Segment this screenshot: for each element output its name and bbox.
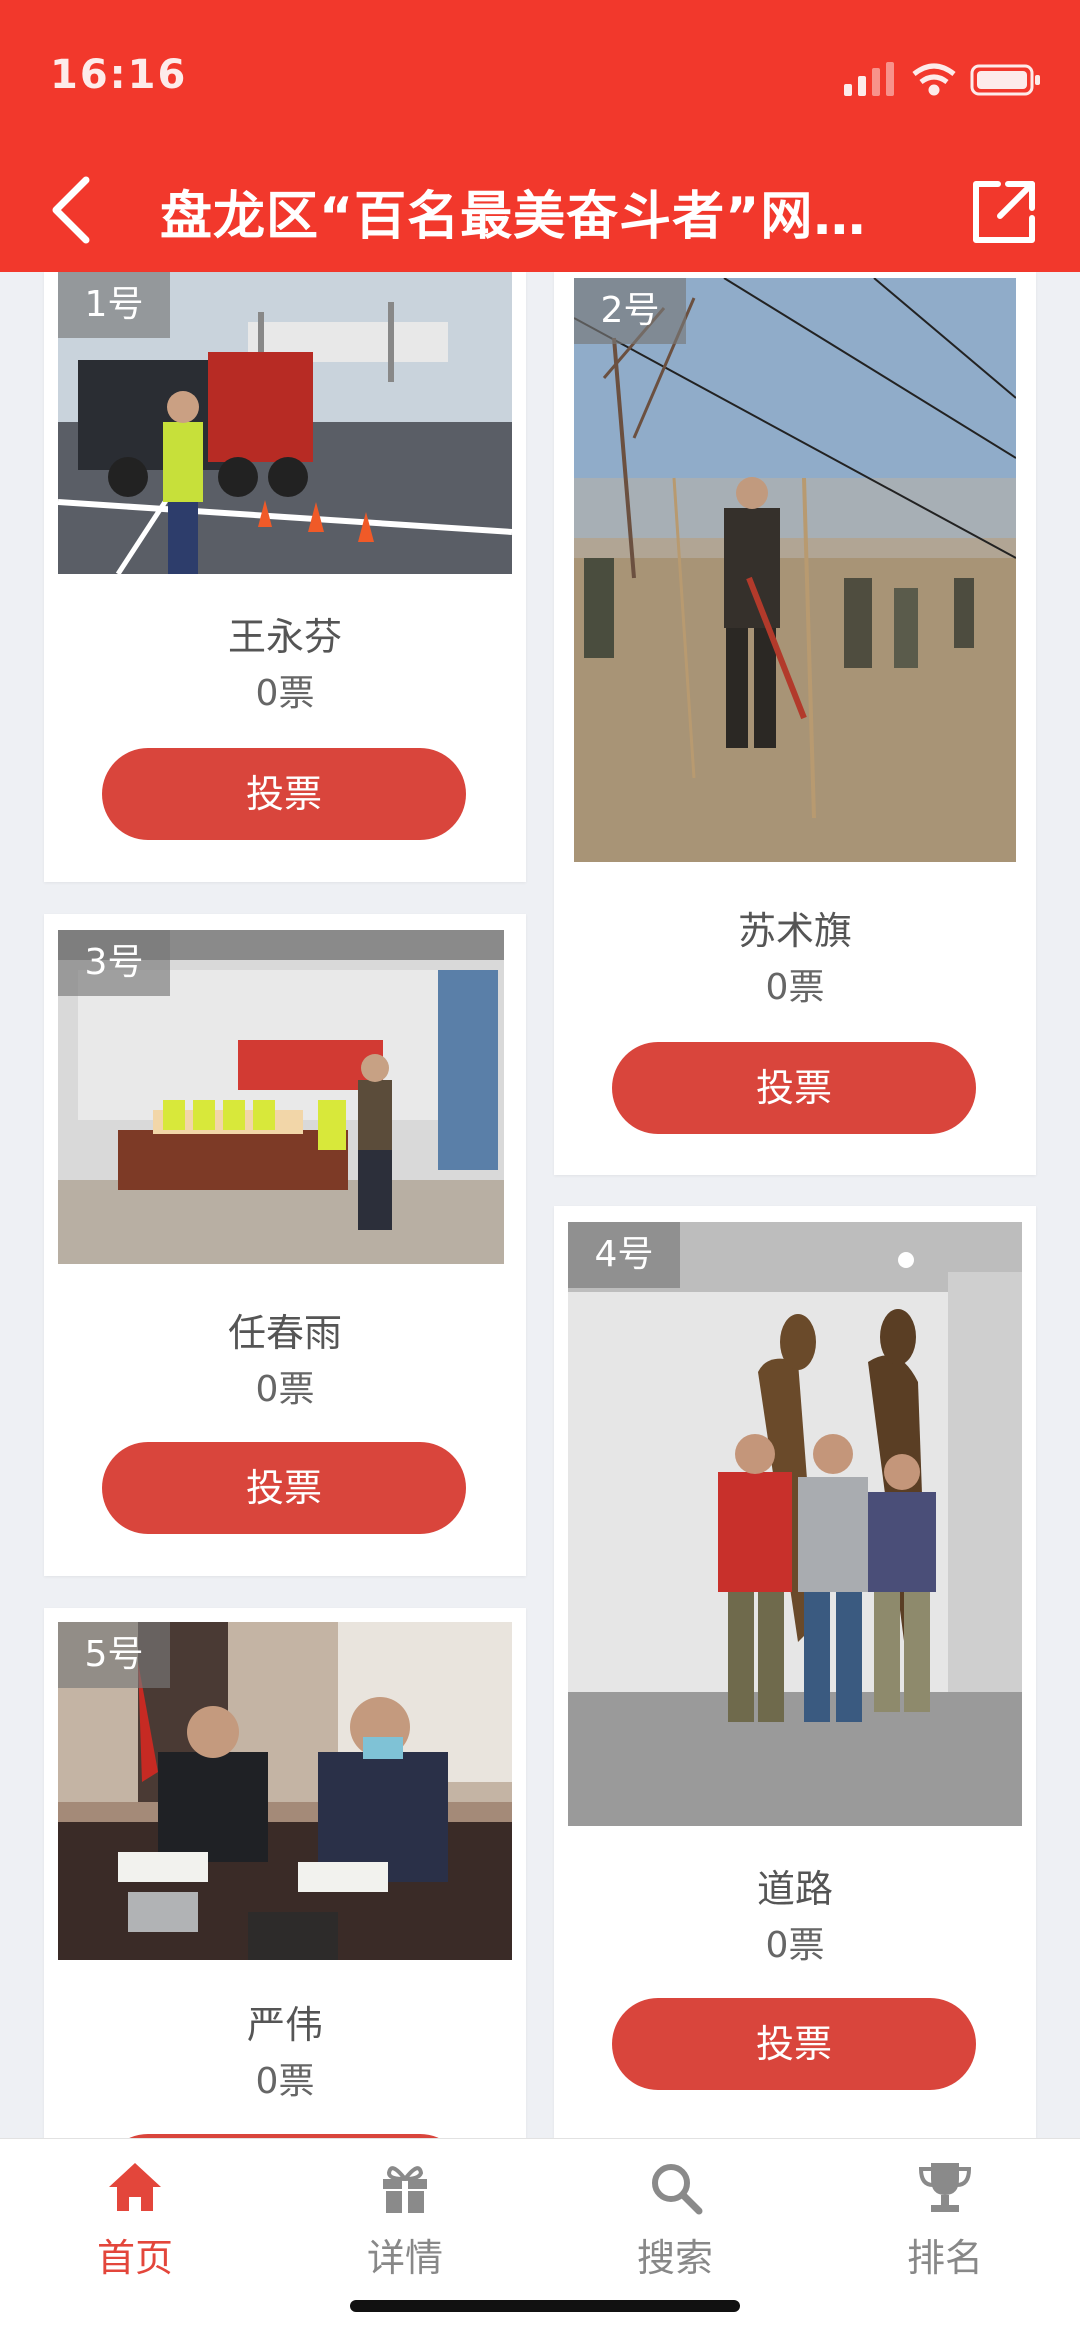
candidate-vote-count: 0票 bbox=[765, 1925, 825, 1966]
home-icon bbox=[109, 2163, 161, 2211]
status-bar: 16:16 bbox=[0, 0, 1080, 150]
nav-item-home[interactable]: 首页 bbox=[0, 2157, 270, 2280]
candidate-vote-count: 0票 bbox=[255, 1369, 315, 1410]
vote-button[interactable]: 投票 bbox=[102, 1442, 466, 1534]
candidate-name: 苏术旗 bbox=[737, 909, 852, 953]
vote-button[interactable]: 投票 bbox=[612, 1042, 976, 1134]
vote-button[interactable]: 投票 bbox=[612, 1998, 976, 2090]
candidate-name: 严伟 bbox=[246, 2003, 323, 2047]
wifi-icon bbox=[912, 63, 956, 96]
candidate-photo[interactable]: 3号 bbox=[58, 930, 504, 1264]
candidate-card-2: 2号 苏术旗 0票 投票 bbox=[554, 272, 1036, 1175]
candidate-number-badge: 4号 bbox=[568, 1222, 680, 1288]
candidate-photo[interactable]: 4号 bbox=[568, 1222, 1022, 1826]
nav-label: 搜索 bbox=[636, 2236, 713, 2280]
battery-icon bbox=[970, 64, 1040, 96]
trophy-icon bbox=[918, 2163, 972, 2212]
nav-label: 首页 bbox=[96, 2236, 173, 2280]
share-icon bbox=[973, 181, 1035, 243]
candidate-card-4: 4号 道路 0票 投票 bbox=[554, 1206, 1036, 2138]
candidate-name: 任春雨 bbox=[227, 1311, 342, 1355]
gift-icon bbox=[383, 2166, 427, 2213]
candidate-photo[interactable]: 1号 bbox=[58, 272, 512, 574]
candidate-number-badge: 3号 bbox=[58, 930, 170, 996]
title-bar: 盘龙区“百名最美奋斗者”网… bbox=[0, 150, 1080, 272]
candidate-name: 道路 bbox=[756, 1867, 833, 1911]
nav-item-search[interactable]: 搜索 bbox=[540, 2157, 810, 2280]
nav-label: 详情 bbox=[366, 2236, 443, 2280]
search-icon bbox=[652, 2164, 703, 2215]
vote-button[interactable]: 投票 bbox=[102, 748, 466, 840]
signal-icon bbox=[844, 62, 894, 96]
nav-label: 排名 bbox=[906, 2236, 983, 2280]
share-button[interactable] bbox=[968, 176, 1040, 248]
nav-item-details[interactable]: 详情 bbox=[270, 2157, 540, 2280]
candidate-vote-count: 0票 bbox=[255, 2061, 315, 2102]
candidate-number-badge: 2号 bbox=[574, 278, 686, 344]
status-time: 16:16 bbox=[50, 52, 188, 98]
app-header: 16:16 盘龙区“百名最美奋斗者”网… bbox=[0, 0, 1080, 272]
back-button[interactable] bbox=[36, 170, 116, 250]
candidate-vote-count: 0票 bbox=[255, 673, 315, 714]
candidate-photo[interactable]: 2号 bbox=[574, 278, 1016, 862]
candidate-card-3: 3号 任春雨 0票 投票 bbox=[44, 914, 526, 1576]
candidate-card-1: 1号 王永芬 0票 投票 bbox=[44, 272, 526, 882]
candidate-card-5: 5号 严伟 0票 投票 bbox=[44, 1608, 526, 2226]
candidate-photo[interactable]: 5号 bbox=[58, 1622, 512, 1960]
nav-item-ranking[interactable]: 排名 bbox=[810, 2157, 1080, 2280]
candidate-name: 王永芬 bbox=[227, 615, 342, 659]
home-indicator bbox=[350, 2300, 740, 2312]
status-icons bbox=[844, 62, 1040, 96]
candidate-number-badge: 5号 bbox=[58, 1622, 170, 1688]
candidate-vote-count: 0票 bbox=[765, 967, 825, 1008]
chevron-left-icon bbox=[52, 176, 90, 244]
page-title: 盘龙区“百名最美奋斗者”网… bbox=[160, 187, 867, 247]
candidate-number-badge: 1号 bbox=[58, 272, 170, 338]
